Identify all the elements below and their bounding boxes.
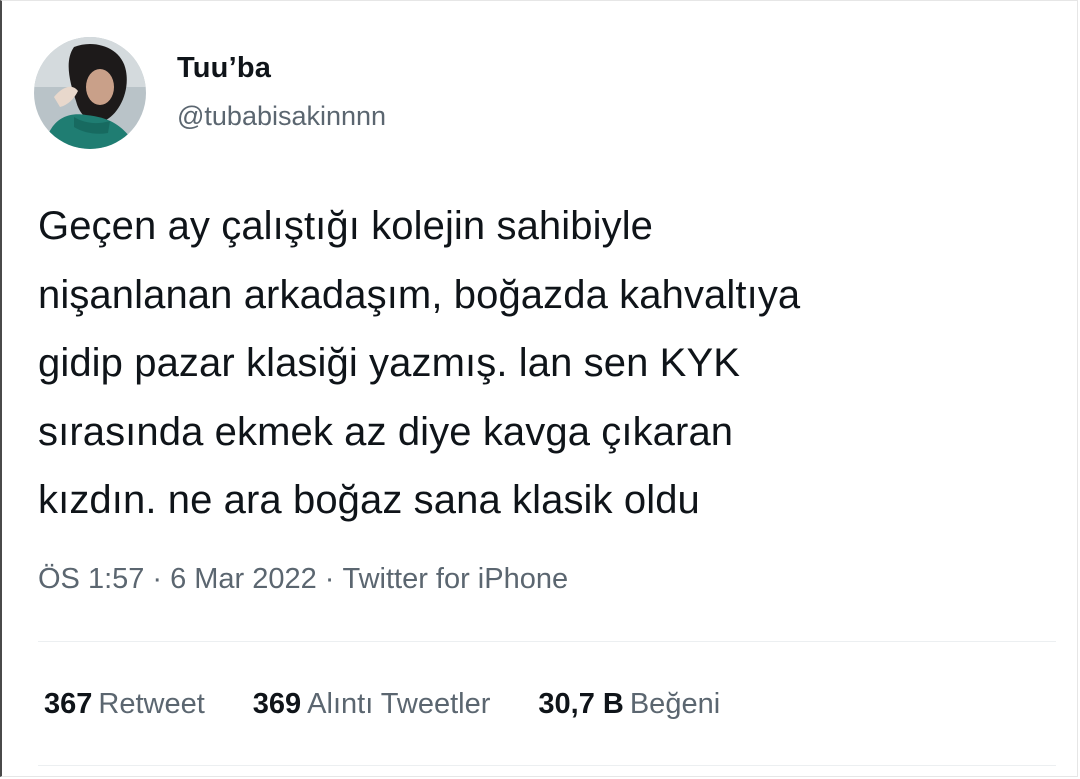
tweet-text-line: nişanlanan arkadaşım, boğazda kahvaltıya <box>38 272 801 317</box>
tweet-metadata: ÖS 1:57 · 6 Mar 2022 · Twitter for iPhone <box>38 563 568 596</box>
avatar[interactable] <box>34 37 146 149</box>
tweet-source-link[interactable]: Twitter for iPhone <box>342 563 568 595</box>
tweet-time[interactable]: ÖS 1:57 <box>38 563 144 595</box>
engagement-stats: 367 Retweet 369 Alıntı Tweetler 30,7 B Beğe… <box>44 688 720 721</box>
likes-count: 30,7 B <box>538 688 624 720</box>
tweet-text-line: kızdın. ne ara boğaz sana klasik oldu <box>38 478 700 522</box>
avatar-image <box>34 37 146 149</box>
quote-tweets-stat[interactable]: 369 Alıntı Tweetler <box>253 688 491 721</box>
meta-separator: · <box>152 563 163 595</box>
likes-label: Beğeni <box>629 688 721 720</box>
likes-stat[interactable]: 30,7 B Beğeni <box>538 688 720 721</box>
retweets-count: 367 <box>44 688 93 720</box>
tweet-body: Geçen ay çalıştığı kolejin sahibiyle niş… <box>38 192 1068 535</box>
display-name[interactable]: Tuu’ba <box>177 52 271 85</box>
divider <box>38 641 1056 642</box>
tweet-date[interactable]: 6 Mar 2022 <box>170 563 317 595</box>
tweet-text-line: gidip pazar klasiği yazmış. lan sen KYK <box>38 341 741 385</box>
meta-separator: · <box>324 563 335 595</box>
retweets-stat[interactable]: 367 Retweet <box>44 688 205 721</box>
username-handle[interactable]: @tubabisakinnnn <box>177 101 386 132</box>
quote-tweets-count: 369 <box>252 688 302 720</box>
retweets-label: Retweet <box>98 688 205 720</box>
tweet-text-line: sırasında ekmek az diye kavga çıkaran <box>38 409 734 454</box>
quote-tweets-label: Alıntı Tweetler <box>307 688 491 720</box>
divider <box>38 765 1056 766</box>
tweet-text-line: Geçen ay çalıştığı kolejin sahibiyle <box>38 204 654 248</box>
